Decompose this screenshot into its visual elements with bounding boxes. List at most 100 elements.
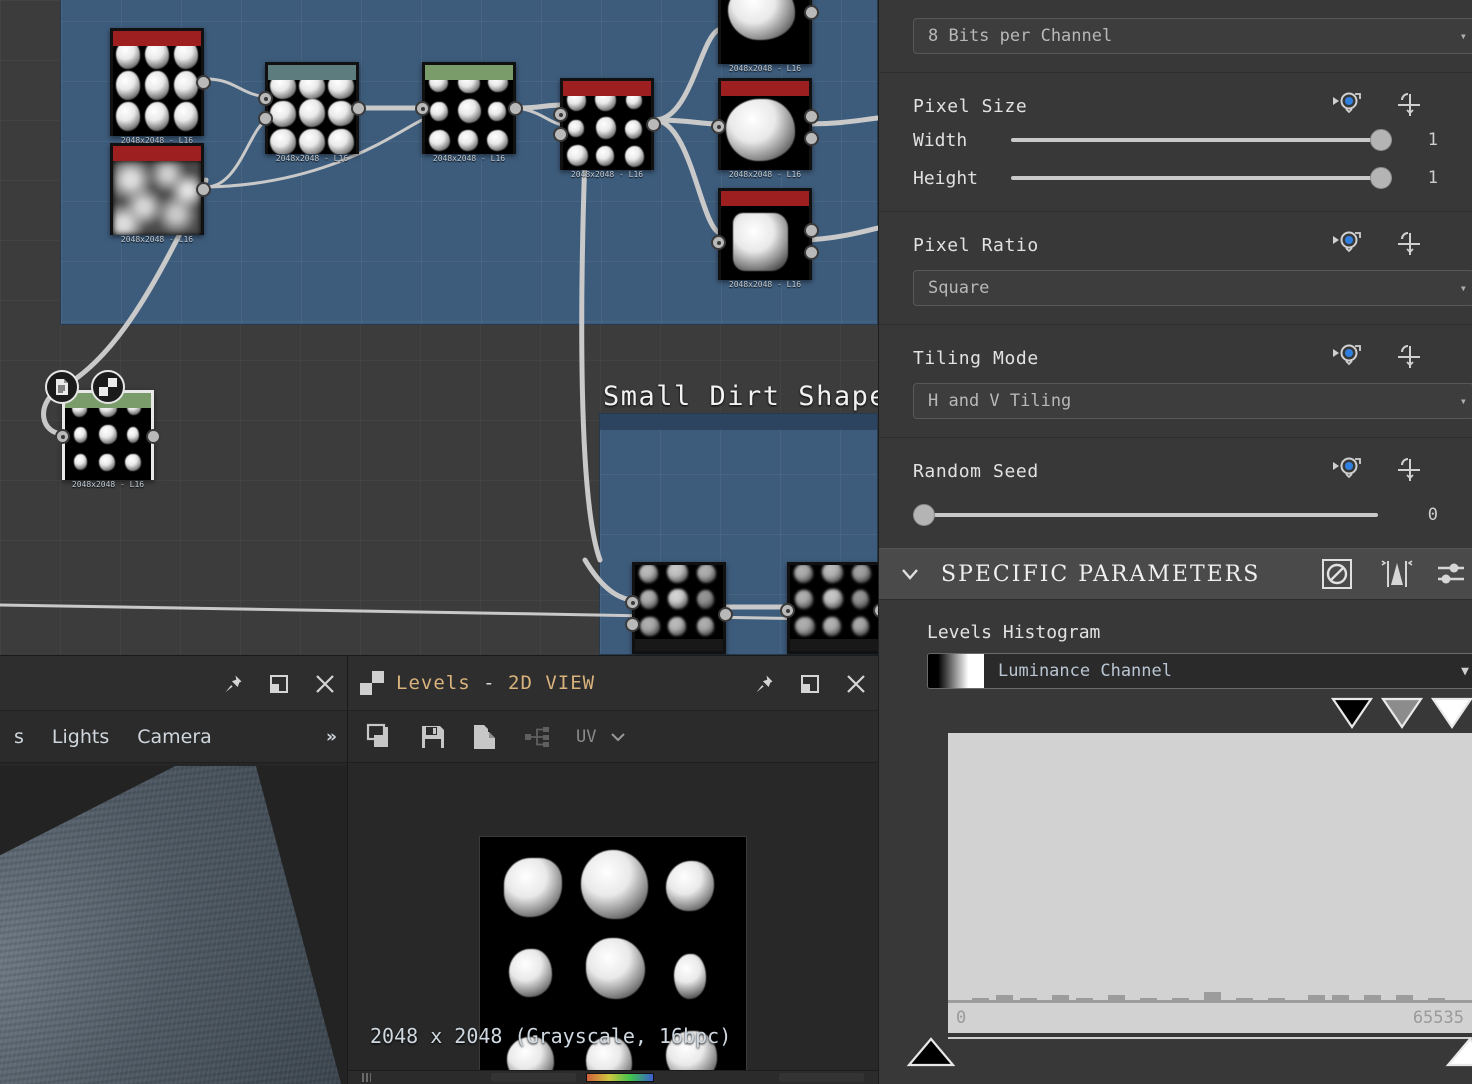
- function-graph-icon[interactable]: [1394, 343, 1428, 373]
- 2d-view-bottombar[interactable]: [348, 1070, 878, 1084]
- maximize-icon[interactable]: [267, 672, 291, 696]
- no-preview-icon[interactable]: [1320, 557, 1354, 591]
- node-output-port[interactable]: [508, 101, 523, 116]
- black-level-handle[interactable]: [1331, 697, 1373, 731]
- node-input-port[interactable]: [711, 119, 726, 134]
- bit-depth-combo[interactable]: 8 Bits per Channel ▾: [913, 18, 1472, 54]
- node-input-port[interactable]: [711, 235, 726, 250]
- output-black-handle[interactable]: [906, 1035, 956, 1073]
- node-output-port[interactable]: [804, 5, 819, 20]
- menu-overflow-icon[interactable]: »: [326, 727, 337, 747]
- node-output-badge[interactable]: [91, 370, 125, 404]
- function-graph-icon[interactable]: [1394, 456, 1428, 486]
- height-slider-knob[interactable]: [1370, 167, 1392, 189]
- node-graph-icon[interactable]: [524, 726, 550, 748]
- slider-icon[interactable]: [1438, 557, 1468, 591]
- node-input-port-2[interactable]: [258, 111, 273, 126]
- node-graph-canvas[interactable]: Small Dirt Shape 2048x2048 - L16 2048x20…: [0, 0, 878, 655]
- graph-node[interactable]: 2048x2048 - L16: [553, 78, 661, 179]
- levels-histogram-block[interactable]: Levels Histogram Luminance Channel ▼ 0 6…: [879, 600, 1472, 1075]
- random-seed-row[interactable]: Random Seed 0: [879, 438, 1472, 548]
- node-output-port-2[interactable]: [804, 245, 819, 260]
- 3d-view-panel[interactable]: s Lights Camera »: [0, 655, 347, 1084]
- 2d-viewport[interactable]: 2048 x 2048 (Grayscale, 16bpc): [348, 763, 878, 1070]
- bottombar-field[interactable]: [491, 1073, 576, 1082]
- graph-node[interactable]: 2048x2048 - L16: [711, 188, 819, 289]
- pixel-size-height-row[interactable]: Height 1: [913, 159, 1438, 197]
- channel-select[interactable]: Luminance Channel ▼: [927, 653, 1472, 689]
- specific-parameters-header[interactable]: SPECIFIC PARAMETERS: [879, 548, 1472, 600]
- 2d-view-panel[interactable]: Levels - 2D VIEW UV 2048 x 2048 (Graysca…: [347, 655, 878, 1084]
- node-input-port[interactable]: [553, 107, 568, 122]
- close-icon[interactable]: [844, 672, 868, 696]
- graph-node[interactable]: 2048x2048 - L16: [258, 62, 366, 163]
- bit-depth-row[interactable]: 8 Bits per Channel ▾: [879, 0, 1472, 73]
- expose-parameter-icon[interactable]: [1332, 456, 1366, 486]
- 3d-viewport[interactable]: [0, 766, 347, 1084]
- frame-title-small-dirt-shape[interactable]: Small Dirt Shape: [603, 381, 878, 412]
- output-range-bar[interactable]: [906, 1035, 1472, 1075]
- expose-parameter-icon[interactable]: [1332, 230, 1366, 260]
- tiling-mode-row[interactable]: Tiling Mode H and V Tiling ▾: [879, 325, 1472, 438]
- random-seed-slider-row[interactable]: 0: [913, 496, 1438, 534]
- pixel-ratio-row[interactable]: Pixel Ratio Square ▾: [879, 212, 1472, 325]
- pixel-size-width-row[interactable]: Width 1: [913, 121, 1438, 159]
- node-input-port[interactable]: [780, 603, 795, 618]
- 2d-view-titlebar[interactable]: Levels - 2D VIEW: [348, 656, 878, 711]
- node-output-port[interactable]: [196, 182, 211, 197]
- width-slider-knob[interactable]: [1370, 129, 1392, 151]
- expose-parameter-icon[interactable]: [1332, 343, 1366, 373]
- graph-node[interactable]: 2048x2048 - L16: [711, 78, 819, 179]
- node-output-port[interactable]: [646, 117, 661, 132]
- chevron-down-icon[interactable]: [608, 727, 628, 747]
- node-input-port[interactable]: [55, 429, 70, 444]
- node-output-port[interactable]: [351, 101, 366, 116]
- compare-view-icon[interactable]: [366, 723, 394, 751]
- close-icon[interactable]: [313, 672, 337, 696]
- menu-item-lights[interactable]: Lights: [52, 726, 109, 748]
- node-input-port-2[interactable]: [553, 127, 568, 142]
- node-output-port[interactable]: [146, 429, 161, 444]
- graph-node[interactable]: 2048x2048 - L16: [415, 62, 523, 163]
- uv-label[interactable]: UV: [576, 727, 596, 747]
- bottombar-field-2[interactable]: [779, 1073, 864, 1082]
- node-output-port-2[interactable]: [804, 131, 819, 146]
- copy-icon[interactable]: [472, 724, 498, 750]
- graph-node[interactable]: 2048x2048 - L16: [718, 0, 819, 73]
- save-icon[interactable]: [420, 724, 446, 750]
- node-output-port[interactable]: [718, 607, 733, 622]
- random-seed-value[interactable]: 0: [1392, 505, 1438, 525]
- pin-icon[interactable]: [752, 672, 776, 696]
- pixel-ratio-combo[interactable]: Square ▾: [913, 270, 1472, 306]
- tiling-mode-combo[interactable]: H and V Tiling ▾: [913, 383, 1472, 419]
- graph-node[interactable]: 2048x2048 - L16: [110, 143, 211, 244]
- node-input-port[interactable]: [258, 91, 273, 106]
- node-output-port[interactable]: [196, 75, 211, 90]
- chevron-down-icon[interactable]: [897, 561, 923, 587]
- node-input-port[interactable]: [415, 101, 430, 116]
- 2d-view-toolbar[interactable]: UV: [348, 711, 878, 763]
- output-white-handle[interactable]: [1445, 1035, 1472, 1073]
- function-graph-icon[interactable]: [1394, 91, 1428, 121]
- width-value[interactable]: 1: [1392, 130, 1438, 150]
- maximize-icon[interactable]: [798, 672, 822, 696]
- graph-node[interactable]: 2048x2048 - L16: [110, 28, 211, 145]
- input-level-handles[interactable]: [879, 689, 1472, 733]
- node-output-port[interactable]: [804, 223, 819, 238]
- node-output-port[interactable]: [804, 109, 819, 124]
- random-seed-track[interactable]: [913, 504, 1378, 526]
- 3d-view-menubar[interactable]: s Lights Camera »: [0, 711, 347, 763]
- height-value[interactable]: 1: [1392, 168, 1438, 188]
- graph-node[interactable]: [780, 562, 878, 654]
- white-level-handle[interactable]: [1431, 697, 1472, 731]
- node-doc-badge[interactable]: [45, 370, 79, 404]
- menu-item-materials[interactable]: s: [14, 726, 24, 748]
- pin-icon[interactable]: [221, 672, 245, 696]
- histogram-icon[interactable]: [1376, 557, 1416, 591]
- node-input-port[interactable]: [625, 595, 640, 610]
- graph-node[interactable]: [625, 562, 733, 654]
- mid-level-handle[interactable]: [1381, 697, 1423, 731]
- histogram-plot[interactable]: 0 65535: [948, 733, 1472, 1033]
- properties-panel[interactable]: 8 Bits per Channel ▾ Pixel Size Width 1 …: [878, 0, 1472, 1084]
- expose-parameter-icon[interactable]: [1332, 91, 1366, 121]
